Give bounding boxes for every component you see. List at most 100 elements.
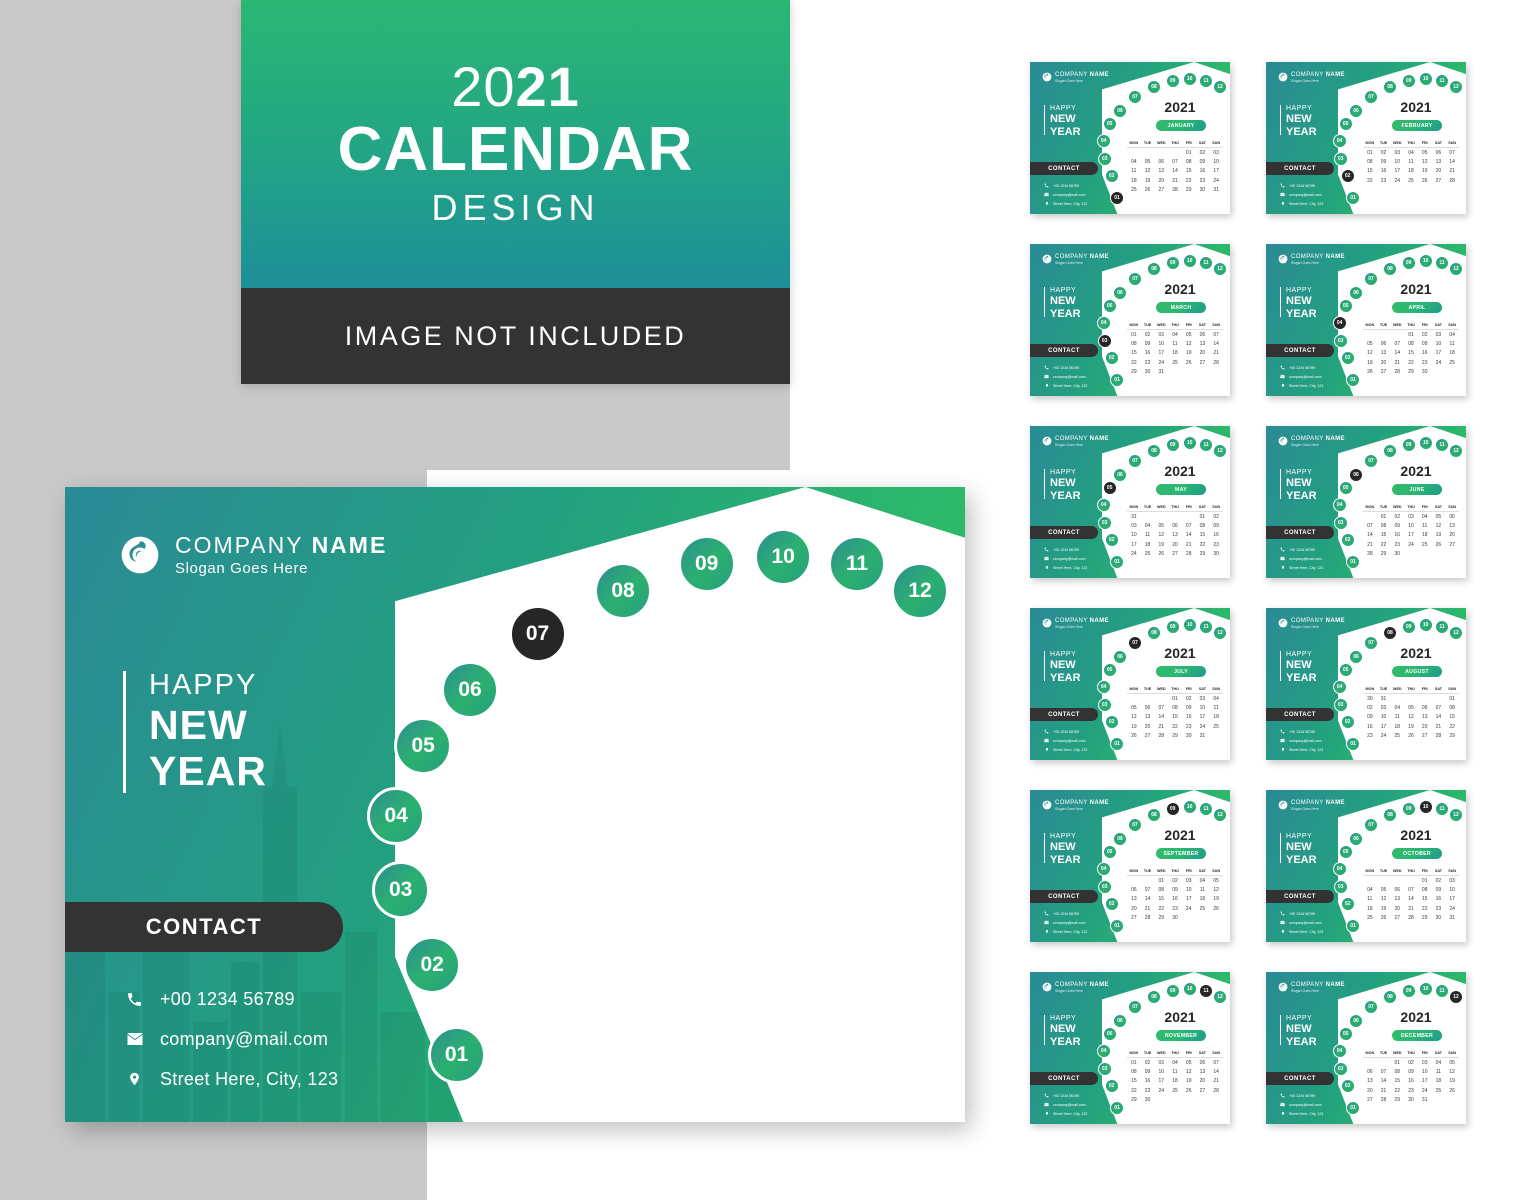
thumb-month-pill[interactable]: FEBRUARY [1392, 120, 1442, 131]
thumb-date-cell-04[interactable]: 04 [1196, 877, 1210, 886]
thumb-month-badge-08[interactable]: 08 [1147, 443, 1161, 458]
thumb-date-cell-23[interactable]: 23 [1141, 1086, 1155, 1095]
thumb-date-cell-31[interactable]: 31 [1445, 913, 1459, 922]
thumb-date-cell-08[interactable]: 08 [1377, 522, 1391, 531]
thumb-date-cell-19[interactable]: 19 [1154, 540, 1168, 549]
thumbnail-november[interactable]: COMPANY NAME Slogan Goes Here HAPPY NEW YEAR… [1030, 972, 1230, 1124]
thumb-month-badge-01[interactable]: 01 [1346, 919, 1360, 934]
thumb-date-cell-06[interactable]: 06 [1141, 704, 1155, 713]
thumb-month-badge-03[interactable]: 03 [1333, 151, 1348, 166]
month-badge-08[interactable]: 08 [594, 561, 652, 620]
thumb-date-cell-06[interactable]: 06 [1168, 522, 1182, 531]
thumb-month-badge-02[interactable]: 02 [1104, 169, 1119, 184]
thumb-date-cell-26[interactable]: 26 [1404, 731, 1418, 740]
thumb-month-badge-02[interactable]: 02 [1340, 351, 1355, 366]
thumb-date-cell-20[interactable]: 20 [1377, 358, 1391, 367]
thumb-date-cell-07[interactable]: 07 [1154, 704, 1168, 713]
thumb-date-cell-06[interactable]: 06 [1196, 1059, 1210, 1068]
thumb-date-cell-09[interactable]: 09 [1390, 522, 1404, 531]
thumbnail-august[interactable]: COMPANY NAME Slogan Goes Here HAPPY NEW YEAR… [1266, 608, 1466, 760]
thumb-date-cell-09[interactable]: 09 [1363, 713, 1377, 722]
thumb-date-cell-25[interactable]: 25 [1418, 540, 1432, 549]
thumb-date-cell-02[interactable]: 02 [1196, 149, 1210, 158]
thumb-date-cell-11[interactable]: 11 [1209, 704, 1223, 713]
thumb-date-cell-29[interactable]: 29 [1418, 913, 1432, 922]
thumb-date-cell-05[interactable]: 05 [1127, 704, 1141, 713]
thumb-month-badge-09[interactable]: 09 [1165, 983, 1180, 998]
thumb-date-cell-13[interactable]: 13 [1168, 531, 1182, 540]
thumb-date-cell-04[interactable]: 04 [1445, 331, 1459, 340]
thumb-month-badge-02[interactable]: 02 [1340, 169, 1355, 184]
thumb-month-badge-01[interactable]: 01 [1346, 1101, 1360, 1116]
thumb-month-badge-08[interactable]: 08 [1383, 261, 1397, 276]
thumb-date-cell-18[interactable]: 18 [1404, 167, 1418, 176]
thumb-month-pill[interactable]: DECEMBER [1392, 1030, 1442, 1041]
thumb-date-cell-24[interactable]: 24 [1377, 731, 1391, 740]
thumb-date-cell-01[interactable]: 01 [1196, 513, 1210, 522]
thumb-date-cell-20[interactable]: 20 [1418, 722, 1432, 731]
thumb-date-cell-18[interactable]: 18 [1209, 713, 1223, 722]
thumb-date-cell-08[interactable]: 08 [1154, 886, 1168, 895]
thumb-date-cell-15[interactable]: 15 [1363, 167, 1377, 176]
thumb-month-badge-10[interactable]: 10 [1182, 435, 1197, 450]
thumb-date-cell-21[interactable]: 21 [1182, 540, 1196, 549]
thumb-month-badge-02[interactable]: 02 [1104, 1079, 1119, 1094]
thumb-date-cell-16[interactable]: 16 [1168, 895, 1182, 904]
thumb-date-cell-21[interactable]: 21 [1363, 540, 1377, 549]
thumb-month-badge-06[interactable]: 06 [1349, 103, 1363, 118]
thumb-date-cell-17[interactable]: 17 [1127, 540, 1141, 549]
thumb-date-cell-26[interactable]: 26 [1127, 731, 1141, 740]
thumb-date-cell-09[interactable]: 09 [1418, 340, 1432, 349]
thumb-date-cell-25[interactable]: 25 [1390, 731, 1404, 740]
thumb-month-badge-01[interactable]: 01 [1346, 737, 1360, 752]
thumb-date-cell-20[interactable]: 20 [1432, 167, 1446, 176]
thumb-date-cell-27[interactable]: 27 [1390, 913, 1404, 922]
thumb-date-cell-15[interactable]: 15 [1168, 713, 1182, 722]
thumb-month-badge-05[interactable]: 05 [1102, 845, 1117, 860]
thumb-month-badge-12[interactable]: 12 [1213, 79, 1227, 94]
thumb-date-cell-10[interactable]: 10 [1377, 713, 1391, 722]
thumb-month-badge-06[interactable]: 06 [1349, 285, 1363, 300]
thumb-date-cell-22[interactable]: 22 [1168, 722, 1182, 731]
thumb-month-badge-02[interactable]: 02 [1340, 715, 1355, 730]
thumb-date-cell-17[interactable]: 17 [1154, 349, 1168, 358]
thumb-month-badge-10[interactable]: 10 [1182, 617, 1197, 632]
thumb-date-cell-18[interactable]: 18 [1196, 895, 1210, 904]
thumb-month-badge-04[interactable]: 04 [1096, 315, 1111, 330]
thumb-date-cell-03[interactable]: 03 [1154, 1059, 1168, 1068]
thumb-month-badge-03[interactable]: 03 [1097, 333, 1112, 348]
thumb-date-cell-02[interactable]: 02 [1432, 877, 1446, 886]
thumb-date-cell-02[interactable]: 02 [1168, 877, 1182, 886]
thumb-date-cell-01[interactable]: 01 [1127, 1059, 1141, 1068]
thumb-month-pill[interactable]: OCTOBER [1392, 848, 1442, 859]
thumb-date-cell-23[interactable]: 23 [1404, 1086, 1418, 1095]
thumb-date-cell-15[interactable]: 15 [1196, 531, 1210, 540]
thumb-month-badge-12[interactable]: 12 [1213, 807, 1227, 822]
thumb-date-cell-16[interactable]: 16 [1390, 531, 1404, 540]
thumb-month-pill[interactable]: JANUARY [1156, 120, 1206, 131]
thumb-date-cell-01[interactable]: 01 [1182, 149, 1196, 158]
thumbnail-january[interactable]: COMPANY NAME Slogan Goes Here HAPPY NEW YEAR… [1030, 62, 1230, 214]
thumb-date-cell-11[interactable]: 11 [1363, 895, 1377, 904]
thumbnail-february[interactable]: COMPANY NAME Slogan Goes Here HAPPY NEW YEAR… [1266, 62, 1466, 214]
thumb-date-cell-12[interactable]: 12 [1418, 158, 1432, 167]
thumb-date-cell-22[interactable]: 22 [1445, 722, 1459, 731]
thumb-month-badge-09[interactable]: 09 [1401, 801, 1416, 816]
thumb-month-badge-09[interactable]: 09 [1165, 619, 1180, 634]
thumb-date-cell-13[interactable]: 13 [1377, 349, 1391, 358]
thumb-date-cell-16[interactable]: 16 [1209, 531, 1223, 540]
thumb-date-cell-04[interactable]: 04 [1432, 1059, 1446, 1068]
thumb-date-cell-09[interactable]: 09 [1377, 158, 1391, 167]
thumb-date-cell-10[interactable]: 10 [1404, 522, 1418, 531]
thumbnail-july[interactable]: COMPANY NAME Slogan Goes Here HAPPY NEW YEAR… [1030, 608, 1230, 760]
thumb-month-badge-08[interactable]: 08 [1147, 989, 1161, 1004]
thumb-date-cell-23[interactable]: 23 [1363, 731, 1377, 740]
thumb-date-cell-27[interactable]: 27 [1432, 176, 1446, 185]
thumb-date-cell-12[interactable]: 12 [1209, 886, 1223, 895]
thumb-date-cell-11[interactable]: 11 [1445, 340, 1459, 349]
thumb-date-cell-11[interactable]: 11 [1418, 522, 1432, 531]
thumb-date-cell-30[interactable]: 30 [1196, 185, 1210, 194]
thumb-date-cell-21[interactable]: 21 [1154, 722, 1168, 731]
thumb-date-cell-08[interactable]: 08 [1404, 340, 1418, 349]
thumb-month-badge-04[interactable]: 04 [1332, 1043, 1347, 1058]
